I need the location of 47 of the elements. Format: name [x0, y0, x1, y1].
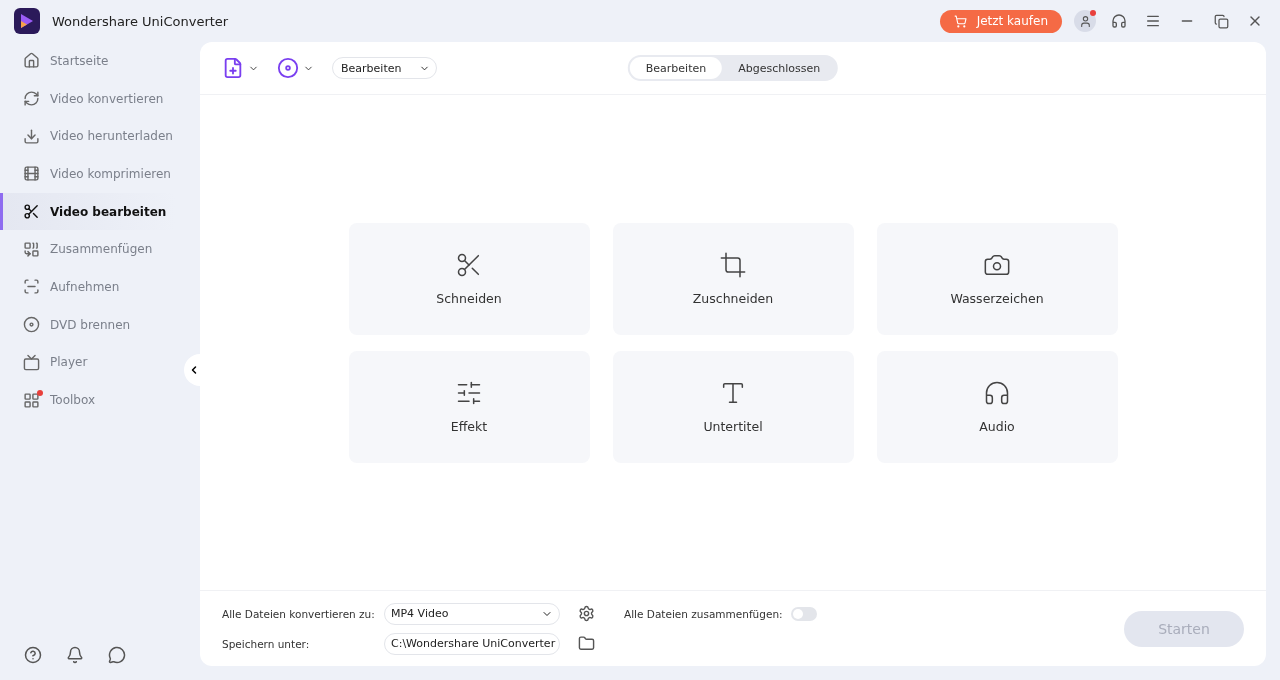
merge-label: Alle Dateien zusammenfügen: — [624, 607, 783, 620]
crop-icon — [719, 251, 747, 279]
sidebar-item[interactable]: Video komprimieren — [0, 155, 176, 193]
tool-card[interactable]: Wasserzeichen — [876, 222, 1118, 335]
scissors-icon — [23, 203, 40, 221]
chat-icon[interactable] — [106, 644, 128, 666]
tool-card[interactable]: Effekt — [348, 350, 590, 463]
sidebar-item[interactable]: Player — [0, 343, 176, 382]
disc-icon — [23, 316, 40, 334]
sidebar-item[interactable]: Video herunterladen — [0, 117, 176, 156]
mode-dropdown[interactable]: Bearbeiten — [332, 57, 438, 79]
download-icon — [23, 127, 40, 145]
help-icon[interactable] — [22, 644, 44, 666]
sidebar-item[interactable]: Startseite — [0, 42, 176, 80]
app-title: Wondershare UniConverter — [52, 13, 230, 29]
convert-label: Alle Dateien konvertieren zu: — [222, 607, 376, 620]
tool-card[interactable]: Zuschneiden — [612, 222, 854, 335]
sidebar-item[interactable]: Video konvertieren — [0, 79, 176, 118]
sidebar-item[interactable]: Aufnehmen — [0, 268, 176, 306]
cart-icon — [953, 14, 967, 28]
headphones-icon — [983, 379, 1011, 407]
settings-icon[interactable] — [578, 605, 596, 622]
add-disc-button[interactable] — [277, 57, 314, 79]
account-icon[interactable] — [1074, 10, 1096, 32]
tool-card[interactable]: Untertitel — [612, 350, 854, 463]
home-icon — [23, 52, 40, 70]
merge-toggle[interactable] — [790, 606, 817, 621]
grid-icon — [23, 391, 40, 409]
tool-card[interactable]: Audio — [876, 350, 1118, 463]
record-frame-icon — [23, 278, 40, 296]
file-plus-icon — [222, 57, 244, 79]
tool-card[interactable]: Schneiden — [348, 222, 590, 335]
folder-icon[interactable] — [578, 635, 596, 652]
sidebar-item[interactable]: Toolbox — [0, 381, 176, 419]
sidebar-item[interactable]: DVD brennen — [0, 305, 176, 344]
tab[interactable]: Bearbeiten — [629, 57, 723, 79]
merge-icon — [23, 240, 40, 258]
sidebar-item[interactable]: Zusammenfügen — [0, 230, 176, 269]
film-icon — [23, 165, 40, 183]
disc-icon — [277, 57, 299, 79]
app-logo-icon — [14, 8, 40, 34]
save-label: Speichern unter: — [222, 637, 311, 650]
sliders-icon — [455, 379, 483, 407]
refresh-icon — [23, 90, 40, 108]
tab[interactable]: Abgeschlossen — [722, 57, 837, 79]
tv-icon — [23, 353, 40, 371]
add-file-button[interactable] — [222, 57, 259, 79]
